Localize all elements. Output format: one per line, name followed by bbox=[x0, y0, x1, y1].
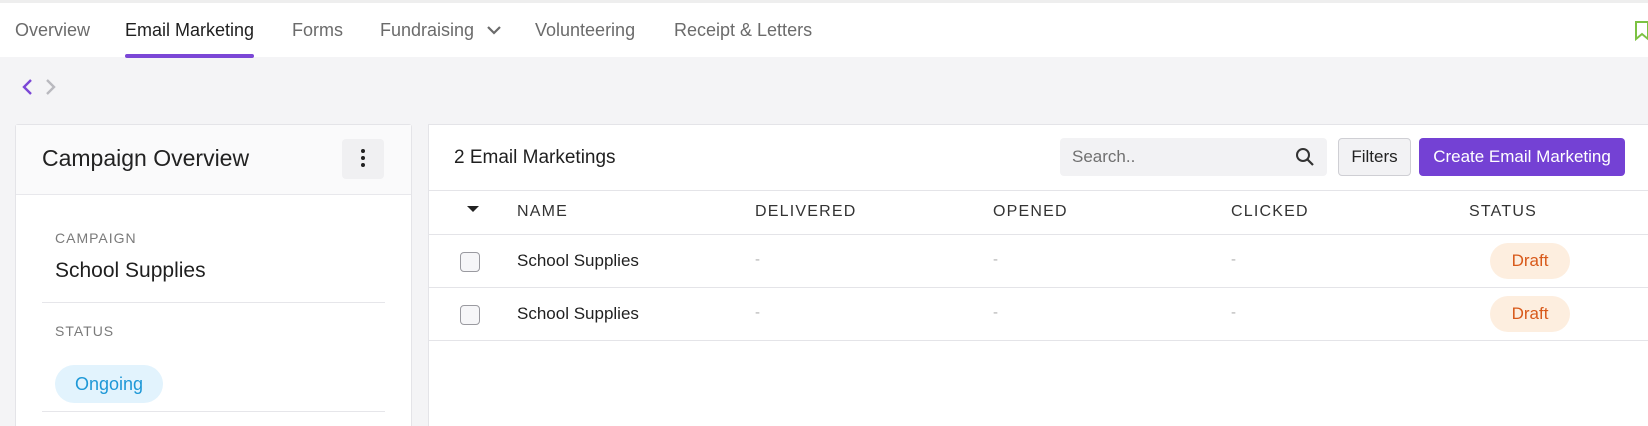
row-opened: - bbox=[993, 251, 998, 268]
tab-volunteering[interactable]: Volunteering bbox=[535, 3, 635, 57]
column-header-clicked[interactable]: CLICKED bbox=[1231, 203, 1309, 221]
status-badge: Draft bbox=[1490, 243, 1570, 279]
tab-forms[interactable]: Forms bbox=[292, 3, 343, 57]
search-input[interactable] bbox=[1060, 138, 1290, 176]
divider bbox=[42, 411, 385, 412]
tab-email-marketing[interactable]: Email Marketing bbox=[125, 3, 255, 58]
tab-fundraising[interactable]: Fundraising bbox=[380, 3, 501, 57]
row-name[interactable]: School Supplies bbox=[517, 304, 639, 324]
table-row[interactable]: School Supplies - - - Draft bbox=[429, 235, 1648, 288]
campaign-overview-title: Campaign Overview bbox=[42, 145, 250, 171]
status-label: STATUS bbox=[55, 323, 115, 339]
tab-overview[interactable]: Overview bbox=[15, 3, 90, 57]
row-name[interactable]: School Supplies bbox=[517, 251, 639, 271]
chevron-down-icon bbox=[487, 25, 501, 35]
row-delivered: - bbox=[755, 304, 760, 321]
status-badge: Draft bbox=[1490, 296, 1570, 332]
chevron-right-icon[interactable] bbox=[45, 78, 57, 101]
campaign-label: CAMPAIGN bbox=[55, 230, 137, 246]
column-header-opened[interactable]: OPENED bbox=[993, 203, 1068, 221]
pager bbox=[18, 78, 62, 98]
column-header-status[interactable]: STATUS bbox=[1469, 203, 1537, 221]
kebab-menu-icon[interactable] bbox=[342, 139, 384, 179]
campaign-overview-header: Campaign Overview bbox=[16, 125, 411, 195]
divider bbox=[42, 302, 385, 303]
row-opened: - bbox=[993, 304, 998, 321]
chevron-left-icon[interactable] bbox=[21, 78, 33, 101]
row-clicked: - bbox=[1231, 304, 1236, 321]
search-box bbox=[1060, 138, 1327, 176]
column-header-delivered[interactable]: DELIVERED bbox=[755, 203, 857, 221]
row-clicked: - bbox=[1231, 251, 1236, 268]
campaign-overview-panel: Campaign Overview CAMPAIGN School Suppli… bbox=[15, 124, 412, 426]
tab-fundraising-label: Fundraising bbox=[380, 20, 475, 40]
sort-toggle-icon[interactable] bbox=[467, 206, 479, 212]
table-row[interactable]: School Supplies - - - Draft bbox=[429, 288, 1648, 341]
campaign-value: School Supplies bbox=[55, 259, 206, 282]
email-marketing-list: 2 Email Marketings Filters Create Email … bbox=[428, 124, 1648, 426]
list-count-title: 2 Email Marketings bbox=[454, 147, 616, 168]
row-checkbox[interactable] bbox=[460, 305, 480, 325]
row-delivered: - bbox=[755, 251, 760, 268]
row-checkbox[interactable] bbox=[460, 252, 480, 272]
table-header: NAME DELIVERED OPENED CLICKED STATUS bbox=[429, 190, 1648, 235]
status-badge: Ongoing bbox=[55, 365, 163, 403]
column-header-name[interactable]: NAME bbox=[517, 203, 568, 221]
filters-button[interactable]: Filters bbox=[1338, 138, 1411, 176]
tab-receipt-letters[interactable]: Receipt & Letters bbox=[674, 3, 812, 57]
top-navigation: Overview Email Marketing Forms Fundraisi… bbox=[0, 0, 1648, 58]
bookmark-icon[interactable] bbox=[1634, 21, 1648, 41]
create-email-marketing-button[interactable]: Create Email Marketing bbox=[1419, 138, 1625, 176]
search-icon[interactable] bbox=[1295, 147, 1315, 167]
